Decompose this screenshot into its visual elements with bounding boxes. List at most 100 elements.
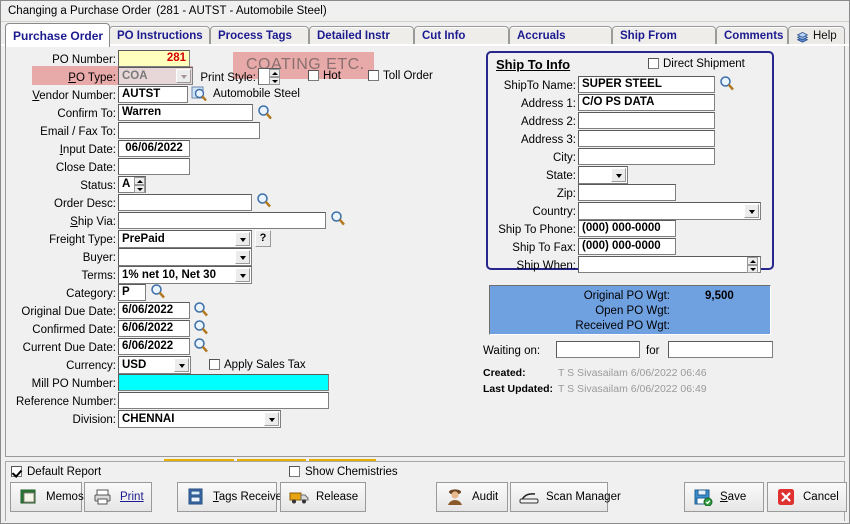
- freight-type-help-button[interactable]: ?: [255, 230, 271, 247]
- ship-when-stepper[interactable]: [747, 257, 758, 273]
- state-select[interactable]: [578, 166, 628, 184]
- tab-po-instructions[interactable]: PO Instructions: [109, 26, 210, 45]
- zip-field[interactable]: [578, 184, 676, 201]
- original-due-date-field[interactable]: 6/06/2022: [118, 302, 190, 319]
- address1-field[interactable]: C/O PS DATA: [578, 94, 715, 111]
- apply-sales-tax-checkbox[interactable]: [209, 359, 220, 370]
- hot-checkbox[interactable]: [308, 70, 319, 81]
- tab-ship-from[interactable]: Ship From: [612, 26, 716, 45]
- toll-order-checkbox[interactable]: [368, 70, 379, 81]
- tab-detailed-instr[interactable]: Detailed Instr: [309, 26, 414, 45]
- ship-to-phone-field[interactable]: (000) 000-0000: [578, 220, 676, 237]
- terms-label: Terms:: [81, 270, 117, 282]
- detective-icon: [445, 488, 465, 506]
- cancel-label: Cancel: [803, 491, 839, 503]
- original-due-date-lookup-icon[interactable]: [192, 301, 209, 317]
- country-select[interactable]: [578, 202, 761, 220]
- order-desc-lookup-icon[interactable]: [255, 192, 272, 208]
- current-due-date-lookup-icon[interactable]: [192, 337, 209, 353]
- created-label: Created:: [483, 367, 526, 379]
- city-label: City:: [553, 152, 576, 164]
- ship-when-field[interactable]: [578, 256, 761, 273]
- chevron-down-icon: [174, 358, 189, 372]
- original-po-wgt-label: Original PO Wgt:: [583, 290, 670, 302]
- status-stepper[interactable]: [134, 177, 145, 193]
- tab-cut-info[interactable]: Cut Info: [414, 26, 509, 45]
- reference-number-label: Reference Number:: [16, 396, 117, 408]
- default-report-checkbox[interactable]: [11, 466, 22, 477]
- scan-manager-button[interactable]: Scan Manager: [510, 482, 621, 512]
- division-value: CHENNAI: [122, 413, 175, 425]
- tab-help-label: Help: [813, 30, 837, 42]
- print-style-stepper[interactable]: [269, 69, 280, 85]
- waiting-on-label: Waiting on:: [483, 345, 541, 357]
- original-po-wgt-value: 9,500: [705, 290, 734, 302]
- ship-via-field[interactable]: [118, 212, 326, 229]
- confirmed-date-field[interactable]: 6/06/2022: [118, 320, 190, 337]
- window-titlebar: Changing a Purchase Order (281 - AUTST -…: [1, 1, 849, 22]
- division-label: Division:: [72, 414, 116, 426]
- close-date-field[interactable]: [118, 158, 190, 175]
- vendor-number-field[interactable]: AUTST: [118, 86, 188, 103]
- confirm-to-lookup-icon[interactable]: [256, 104, 273, 120]
- release-button[interactable]: Release: [280, 482, 366, 512]
- address2-label: Address 2:: [521, 116, 576, 128]
- shipto-name-lookup-icon[interactable]: [718, 75, 735, 91]
- currency-select[interactable]: USD: [118, 356, 191, 374]
- division-select[interactable]: CHENNAI: [118, 410, 281, 428]
- ship-to-fax-label: Ship To Fax:: [512, 242, 576, 254]
- po-type-label: PO Type:: [68, 72, 116, 84]
- current-due-date-field[interactable]: 6/06/2022: [118, 338, 190, 355]
- tab-purchase-order[interactable]: Purchase Order: [5, 23, 110, 47]
- currency-label: Currency:: [66, 360, 116, 372]
- tab-help[interactable]: Help: [788, 26, 845, 45]
- ship-via-lookup-icon[interactable]: [329, 210, 346, 226]
- scan-manager-label: Scan Manager: [546, 491, 621, 503]
- status-label: Status:: [80, 180, 116, 192]
- original-due-date-label: Original Due Date:: [21, 306, 116, 318]
- shipto-name-field[interactable]: SUPER STEEL: [578, 76, 715, 93]
- ship-to-fax-field[interactable]: (000) 000-0000: [578, 238, 676, 255]
- tags-received-button[interactable]: Tags Received: [177, 482, 288, 512]
- buyer-select[interactable]: [118, 248, 252, 266]
- reference-number-field[interactable]: [118, 392, 329, 409]
- tab-process-tags[interactable]: Process Tags: [210, 26, 309, 45]
- audit-button[interactable]: Audit: [436, 482, 508, 512]
- order-desc-field[interactable]: [118, 194, 252, 211]
- current-due-date-label: Current Due Date:: [22, 342, 116, 354]
- last-updated-value: T S Sivasailam 6/06/2022 06:49: [558, 383, 707, 395]
- address2-field[interactable]: [578, 112, 715, 129]
- confirmed-date-lookup-icon[interactable]: [192, 319, 209, 335]
- input-date-field[interactable]: 06/06/2022: [118, 140, 190, 157]
- waiting-on-field[interactable]: [556, 341, 640, 358]
- default-report-label: Default Report: [27, 466, 102, 478]
- mill-po-number-field[interactable]: [118, 374, 329, 391]
- print-button[interactable]: Print: [84, 482, 152, 512]
- chevron-down-icon: [235, 232, 250, 246]
- tab-comments[interactable]: Comments: [716, 26, 788, 45]
- category-field[interactable]: P: [118, 284, 146, 301]
- cancel-button[interactable]: Cancel: [767, 482, 847, 512]
- show-chemistries-checkbox[interactable]: [289, 466, 300, 477]
- city-field[interactable]: [578, 148, 715, 165]
- direct-shipment-checkbox[interactable]: [648, 58, 659, 69]
- po-type-select[interactable]: COA: [118, 67, 193, 85]
- tab-accruals[interactable]: Accruals: [509, 26, 612, 45]
- confirm-to-field[interactable]: Warren: [118, 104, 253, 121]
- category-lookup-icon[interactable]: [149, 283, 166, 299]
- purchase-order-window: Changing a Purchase Order (281 - AUTST -…: [0, 0, 850, 524]
- email-fax-to-field[interactable]: [118, 122, 260, 139]
- waiting-for-field[interactable]: [668, 341, 773, 358]
- po-number-field[interactable]: 281: [118, 50, 190, 67]
- ship-when-label: Ship When:: [516, 260, 576, 272]
- vendor-lookup-icon[interactable]: [191, 86, 208, 102]
- window-subtitle: (281 - AUTST - Automobile Steel): [156, 5, 327, 17]
- purchase-order-pane: COATING ETC. PO Number: 281 PO Type: COA…: [5, 45, 845, 457]
- tags-received-label: Tags Received: [213, 491, 289, 503]
- memos-button[interactable]: Memos: [10, 482, 84, 512]
- terms-select[interactable]: 1% net 10, Net 30: [118, 266, 252, 284]
- freight-type-select[interactable]: PrePaid: [118, 230, 252, 248]
- save-button[interactable]: Save: [684, 482, 764, 512]
- category-label: Category:: [66, 288, 116, 300]
- address3-field[interactable]: [578, 130, 715, 147]
